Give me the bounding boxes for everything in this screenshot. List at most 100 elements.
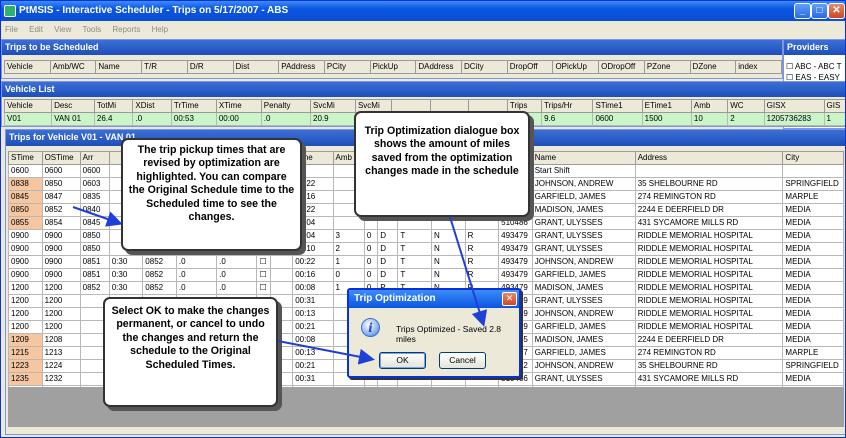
vehicle-cell[interactable]: 20.9 — [310, 112, 356, 126]
cell-city: MEDIA — [782, 307, 844, 321]
vehicle-column-header[interactable]: Desc — [51, 99, 95, 113]
cell-city: MEDIA — [782, 320, 844, 334]
vehicle-trip-column-header[interactable]: OSTime — [41, 151, 81, 165]
table-row[interactable]: 0900 0900 0851 0:30 0852.0.0 ☐ 00:22 1 0 D T N R 4934… — [8, 255, 844, 269]
vehicle-cell[interactable]: V01 — [3, 112, 53, 126]
ok-button[interactable]: OK — [379, 352, 426, 369]
vehicle-column-header[interactable]: TotMi — [93, 99, 134, 113]
cancel-button[interactable]: Cancel — [439, 352, 486, 369]
cell-amb: 2 — [332, 242, 365, 256]
vehicle-trip-column-header[interactable]: City — [782, 151, 844, 165]
cell-addr: RIDDLE MEMORIAL HOSPITAL — [634, 294, 784, 308]
vehicle-column-header[interactable]: SvcMi — [310, 99, 356, 113]
vehicle-cell[interactable]: 0600 — [592, 112, 643, 126]
cell-arr: 0852 — [79, 281, 110, 295]
dialog-close-icon[interactable]: ✕ — [502, 292, 517, 306]
vehicle-column-header[interactable]: Amb — [690, 99, 729, 113]
cell-city: MEDIA — [782, 268, 844, 282]
cell-st: 0900 — [8, 268, 43, 282]
row-checkbox[interactable]: ☐ — [256, 268, 271, 282]
vehicle-cell[interactable]: 00:53 — [170, 112, 217, 126]
trips-to-schedule-table[interactable]: Vehicle Amb/WC Name T/R D/R Dist PAddress PCity… — [4, 60, 782, 74]
vehicle-column-header[interactable]: GISX — [763, 99, 825, 113]
trip-column-header[interactable]: DropOff — [506, 60, 554, 74]
menu-reports[interactable]: Reports — [112, 25, 140, 34]
vehicle-column-header[interactable]: XTime — [215, 99, 262, 113]
trip-column-header[interactable]: PAddress — [278, 60, 325, 74]
vehicle-cell[interactable]: .0 — [260, 112, 312, 126]
cell-time: 00:13 — [292, 346, 334, 360]
cell-st: 1200 — [8, 294, 43, 308]
vehicle-column-header[interactable]: WC — [727, 99, 765, 113]
trip-column-header[interactable]: DZone — [689, 60, 737, 74]
menu-file[interactable]: File — [5, 25, 18, 34]
vehicle-column-header[interactable]: TrTime — [170, 99, 217, 113]
provider-item[interactable]: ☐ ABC - ABC T — [786, 61, 841, 72]
cell-i: N — [430, 242, 466, 256]
trip-column-header[interactable]: DAddress — [415, 60, 463, 74]
trip-column-header[interactable]: PZone — [643, 60, 691, 74]
trip-column-header[interactable]: Dist — [232, 60, 280, 74]
cell-st: 1200 — [8, 307, 43, 321]
menu-tools[interactable]: Tools — [82, 25, 101, 34]
vehicle-trip-column-header[interactable]: Address — [634, 151, 784, 165]
trip-column-header[interactable]: index — [735, 60, 782, 74]
vehicle-cell[interactable]: 9.6 — [541, 112, 594, 126]
cell-name: Start Shift — [531, 164, 636, 178]
row-checkbox[interactable]: ☐ — [256, 281, 271, 295]
trip-column-header[interactable]: OPickUp — [552, 60, 600, 74]
vehicle-trip-column-header[interactable]: Arr — [79, 151, 110, 165]
cell-g: D — [377, 242, 399, 256]
vehicle-column-header[interactable]: Trips/Hr — [541, 99, 594, 113]
row-checkbox[interactable]: ☐ — [256, 255, 271, 269]
cell-arr: 0840 — [79, 203, 110, 217]
menu-edit[interactable]: Edit — [29, 25, 43, 34]
vehicle-column-header[interactable]: Vehicle — [3, 99, 53, 113]
menu-help[interactable]: Help — [152, 25, 168, 34]
cell-st: 1200 — [8, 281, 43, 295]
trip-column-header[interactable]: Name — [95, 60, 143, 74]
minimize-button[interactable]: _ — [794, 3, 811, 19]
cell-city: MEDIA — [782, 242, 844, 256]
cell-ost: 1200 — [41, 294, 81, 308]
vehicle-cell[interactable]: 1205736283 — [763, 112, 825, 126]
cell-h: T — [397, 242, 432, 256]
vehicle-column-header[interactable]: XDist — [132, 99, 172, 113]
vehicle-trip-column-header[interactable]: Name — [531, 151, 636, 165]
trip-column-header[interactable]: PickUp — [369, 60, 417, 74]
cell-st: 1215 — [8, 346, 43, 360]
vehicle-cell[interactable]: 2 — [727, 112, 765, 126]
trip-column-header[interactable]: ODropOff — [598, 60, 645, 74]
vehicle-column-header[interactable]: ETime1 — [641, 99, 692, 113]
table-row[interactable]: 0900 0900 0851 0:30 0852.0.0 ☐ 00:16 0 0 D T N R 4934… — [8, 268, 844, 282]
trip-column-header[interactable]: Amb/WC — [49, 60, 97, 74]
vehicle-trip-column-header[interactable]: STime — [8, 151, 43, 165]
cell-a: 0:30 — [108, 281, 144, 295]
menu-view[interactable]: View — [54, 25, 71, 34]
cell-addr: 2244 E DEERFIELD DR — [634, 333, 784, 347]
vehicle-cell[interactable]: .0 — [132, 112, 172, 126]
trip-column-header[interactable]: D/R — [186, 60, 234, 74]
trip-column-header[interactable]: Vehicle — [4, 60, 51, 74]
vehicle-cell[interactable]: 26.4 — [93, 112, 134, 126]
vehicle-cell[interactable]: 1500 — [641, 112, 692, 126]
vehicle-cell[interactable]: 00:00 — [215, 112, 262, 126]
vehicle-cell[interactable]: 1 — [823, 112, 845, 126]
dialog-message: Trips Optimized - Saved 2.8 miles — [396, 324, 502, 344]
cell-name: JOHNSON, ANDREW — [531, 307, 636, 321]
trip-column-header[interactable]: DCity — [461, 60, 508, 74]
cell-ost: 1224 — [41, 359, 81, 373]
cell-ost: 0900 — [41, 255, 81, 269]
vehicle-column-header[interactable]: GIS — [823, 99, 845, 113]
vehicle-cell[interactable]: VAN 01 — [51, 112, 95, 126]
vehicle-column-header[interactable]: STime1 — [592, 99, 643, 113]
vehicle-cell[interactable]: 10 — [690, 112, 729, 126]
vehicle-column-header[interactable]: Penalty — [260, 99, 312, 113]
cell-time: 00:08 — [292, 281, 334, 295]
cell-trip: 493479 — [498, 268, 533, 282]
trip-column-header[interactable]: PCity — [323, 60, 371, 74]
maximize-button[interactable]: □ — [811, 3, 828, 19]
trip-column-header[interactable]: T/R — [141, 60, 188, 74]
close-button[interactable]: ✕ — [828, 3, 845, 19]
cell-e — [269, 268, 294, 282]
